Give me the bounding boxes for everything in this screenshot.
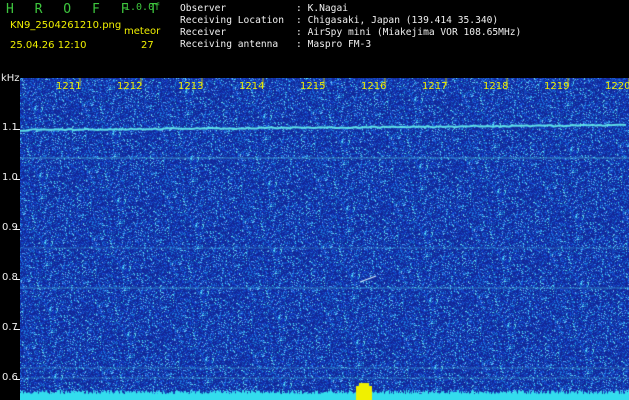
- y-tick-label: 1.0: [2, 172, 18, 183]
- x-tick-label: 1211: [56, 81, 82, 92]
- x-tick-label: 1220: [605, 81, 629, 92]
- version-label: 1.0.0f: [124, 2, 161, 13]
- spectrogram-display: [20, 78, 629, 400]
- receiver-label: Receiver: [180, 27, 227, 38]
- y-tick-mark: [14, 329, 20, 330]
- y-tick-label: 0.8: [2, 272, 18, 283]
- location-value: : Chigasaki, Japan (139.414 35.340): [296, 15, 499, 26]
- meteor-label: meteor: [124, 26, 161, 37]
- y-tick-label: 0.7: [2, 322, 18, 333]
- x-tick-label: 1214: [239, 81, 265, 92]
- observer-label: Observer: [180, 3, 227, 14]
- x-tick-label: 1212: [117, 81, 143, 92]
- x-tick-label: 1217: [422, 81, 448, 92]
- y-axis-unit: kHz: [1, 73, 20, 84]
- y-tick-label: 0.9: [2, 222, 18, 233]
- antenna-value: : Maspro FM-3: [296, 39, 372, 50]
- receiver-value: : AirSpy mini (Miakejima VOR 108.65MHz): [296, 27, 522, 38]
- y-tick-mark: [14, 279, 20, 280]
- y-tick-label: 0.6: [2, 372, 18, 383]
- header-panel: H R O F F T 1.0.0f KN9_2504261210.png me…: [0, 0, 629, 78]
- y-tick-mark: [14, 179, 20, 180]
- meteor-count: 27: [141, 40, 154, 51]
- file-name: KN9_2504261210.png: [10, 20, 122, 31]
- x-tick-label: 1216: [361, 81, 387, 92]
- y-tick-mark: [14, 229, 20, 230]
- capture-datetime: 25.04.26 12:10: [10, 40, 87, 51]
- y-tick-mark: [14, 129, 20, 130]
- antenna-label: Receiving antenna: [180, 39, 279, 50]
- location-label: Receiving Location: [180, 15, 284, 26]
- x-tick-label: 1219: [544, 81, 570, 92]
- y-tick-label: 1.1: [2, 122, 18, 133]
- x-tick-label: 1215: [300, 81, 326, 92]
- y-tick-mark: [14, 379, 20, 380]
- observer-value: : K.Nagai: [296, 3, 348, 14]
- x-tick-label: 1218: [483, 81, 509, 92]
- x-tick-label: 1213: [178, 81, 204, 92]
